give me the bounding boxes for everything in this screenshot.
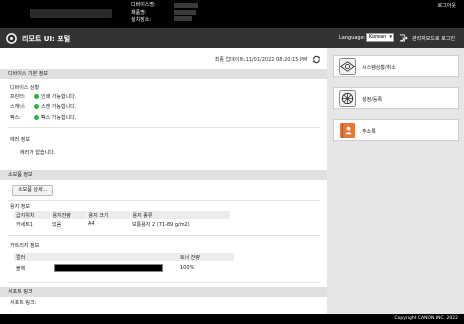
refresh-icon[interactable] (312, 55, 321, 64)
nav-settings-registration[interactable]: 설정/등록 (333, 87, 459, 109)
top-header: 디바이스명: 제품명: 설치장소: 로그아웃 (0, 0, 464, 28)
consumables-details-button[interactable]: 소모품 상세... (12, 185, 54, 196)
location-label: 설치장소: (131, 17, 152, 23)
table-header-row: 급지위치 용지잔량 용지 크기 용지 종류 (14, 211, 231, 219)
toner-level-cell (52, 261, 178, 275)
table-row: 블랙 100% (14, 261, 234, 275)
brand-logo (30, 9, 112, 18)
nav-address-book[interactable]: 주소록 (333, 119, 459, 141)
nav-system-status-cancel[interactable]: 시스템상황/취소 (333, 55, 459, 77)
nav-label: 주소록 (362, 129, 376, 135)
printer-status: 인쇄 가능합니다. (41, 94, 77, 100)
toner-percent: 100% (180, 265, 195, 271)
error-info-title: 에러 정보 (10, 137, 30, 143)
scanner-label: 스캐너: (10, 104, 26, 110)
last-updated-row: 최종 업데이트:11/01/2022 08:20:15 PM (215, 55, 321, 64)
address-book-icon (339, 122, 356, 139)
paper-info-table: 급지위치 용지잔량 용지 크기 용지 종류 카세트1 있음 A4 보통용지 2 … (14, 211, 231, 229)
scanner-status: 스캔 가능합니다. (41, 104, 77, 110)
admin-mode-login-link[interactable]: 관리자모드로 로그인 (412, 35, 455, 42)
divider (8, 127, 320, 128)
error-text: 에러가 없습니다. (20, 150, 56, 156)
device-basic-info-header: 디바이스 기본 정보 (0, 69, 327, 79)
remote-ui-icon (6, 33, 17, 44)
chevron-down-icon: ▾ (389, 34, 392, 40)
table-row: 카세트1 있음 A4 보통용지 2 (71-89 g/m2) (14, 219, 230, 229)
support-link-label: 서포트 링크: (10, 300, 37, 306)
language-value: Korean (369, 34, 387, 40)
table-header-row: 컬러 토너 잔량 (14, 253, 234, 261)
status-ok-icon (34, 104, 39, 109)
device-name-label: 디바이스명: (131, 2, 156, 8)
nav-label: 시스템상황/취소 (362, 65, 396, 71)
title-bar: 리모트 UI: 포털 Language: Korean ▾ 관리자모드로 로그인 (0, 28, 464, 48)
column-header: 급지위치 (14, 211, 51, 219)
language-select[interactable]: Korean ▾ (366, 33, 394, 42)
device-status-title: 디바이스 상황 (10, 85, 40, 91)
divider (8, 235, 320, 236)
page-title: 리모트 UI: 포털 (22, 35, 71, 43)
fax-status-row: 팩스: 팩스 가능합니다. (10, 114, 76, 121)
settings-icon (339, 90, 356, 107)
column-header: 용지잔량 (50, 211, 87, 219)
status-ok-icon (34, 94, 39, 99)
cartridge-info-table: 컬러 토너 잔량 블랙 100% (14, 253, 234, 275)
consumables-info-header: 소모품 정보 (0, 170, 327, 180)
table-cell: 보통용지 2 (71-89 g/m2) (132, 221, 190, 228)
device-name-value (174, 3, 198, 9)
table-cell: 있음 (52, 221, 62, 228)
paper-info-title: 용지 정보 (10, 204, 30, 210)
nav-label: 설정/등록 (362, 97, 383, 103)
right-nav-panel: 시스템상황/취소 설정/등록 주소록 (327, 48, 464, 314)
cartridge-info-title: 카트리지 정보 (10, 243, 40, 249)
column-header: 토너 잔량 (178, 253, 234, 261)
divider (8, 200, 320, 201)
table-cell: A4 (88, 221, 95, 227)
column-header (52, 253, 178, 261)
fax-label: 팩스: (10, 115, 21, 121)
scanner-status-row: 스캐너: 스캔 가능합니다. (10, 103, 76, 110)
main-panel: 최종 업데이트:11/01/2022 08:20:15 PM 디바이스 기본 정… (0, 48, 327, 314)
toner-level-bar (54, 264, 163, 272)
support-link-header: 서포트 링크 (0, 287, 327, 297)
column-header: 용지 크기 (86, 211, 131, 219)
fax-status: 팩스 가능합니다. (41, 115, 77, 121)
login-icon[interactable] (399, 34, 408, 42)
printer-label: 프린터: (10, 94, 26, 100)
printer-status-row: 프린터: 인쇄 가능합니다. (10, 93, 76, 100)
cartridge-color: 블랙 (16, 265, 26, 272)
system-status-icon (339, 58, 356, 75)
divider (8, 282, 320, 283)
product-name-label: 제품명: (131, 9, 147, 16)
logout-link[interactable]: 로그아웃 (438, 2, 456, 9)
product-name-value (174, 9, 196, 15)
last-updated-text: 최종 업데이트:11/01/2022 08:20:15 PM (214, 57, 308, 63)
location-value (174, 15, 192, 21)
footer: Copyright CANON INC. 2022 (0, 314, 464, 324)
column-header: 컬러 (14, 253, 52, 261)
column-header: 용지 종류 (130, 211, 231, 219)
language-label: Language: (339, 35, 366, 41)
status-ok-icon (34, 115, 39, 120)
table-cell: 카세트1 (16, 221, 33, 228)
copyright-text: Copyright CANON INC. 2022 (394, 316, 459, 321)
